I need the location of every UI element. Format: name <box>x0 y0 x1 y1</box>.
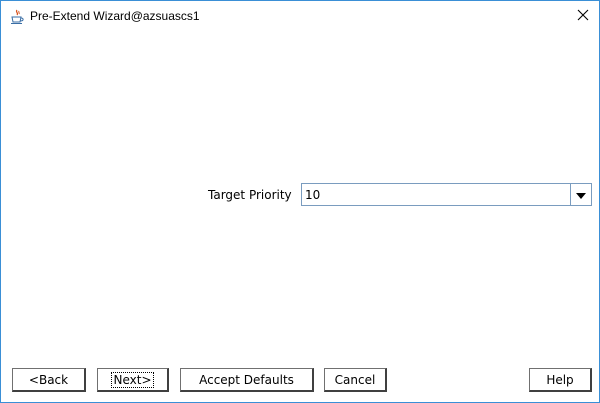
target-priority-value[interactable]: 10 <box>305 188 320 202</box>
wizard-window: Pre-Extend Wizard@azsuascs1 Target Prior… <box>0 0 600 403</box>
close-x-icon <box>577 9 589 24</box>
help-button[interactable]: Help <box>529 368 592 392</box>
next-button-label: Next> <box>111 371 154 388</box>
next-button[interactable]: Next> <box>97 368 169 392</box>
dropdown-button[interactable] <box>570 184 591 205</box>
title-bar[interactable]: Pre-Extend Wizard@azsuascs1 <box>1 1 599 32</box>
java-cup-icon <box>10 9 25 25</box>
target-priority-label: Target Priority <box>208 188 292 202</box>
accept-defaults-button[interactable]: Accept Defaults <box>180 368 314 392</box>
window-title: Pre-Extend Wizard@azsuascs1 <box>30 9 200 23</box>
chevron-down-icon <box>576 188 586 202</box>
target-priority-combobox[interactable]: 10 <box>301 183 592 206</box>
cancel-button[interactable]: Cancel <box>324 368 387 392</box>
back-button[interactable]: <Back <box>12 368 86 392</box>
back-button-label: <Back <box>28 372 69 387</box>
close-button[interactable] <box>569 3 597 29</box>
cancel-button-label: Cancel <box>334 372 376 387</box>
accept-defaults-button-label: Accept Defaults <box>199 372 294 387</box>
wizard-content: Target Priority 10 <Back Next> Accept De… <box>1 32 599 402</box>
help-button-label: Help <box>546 372 574 387</box>
